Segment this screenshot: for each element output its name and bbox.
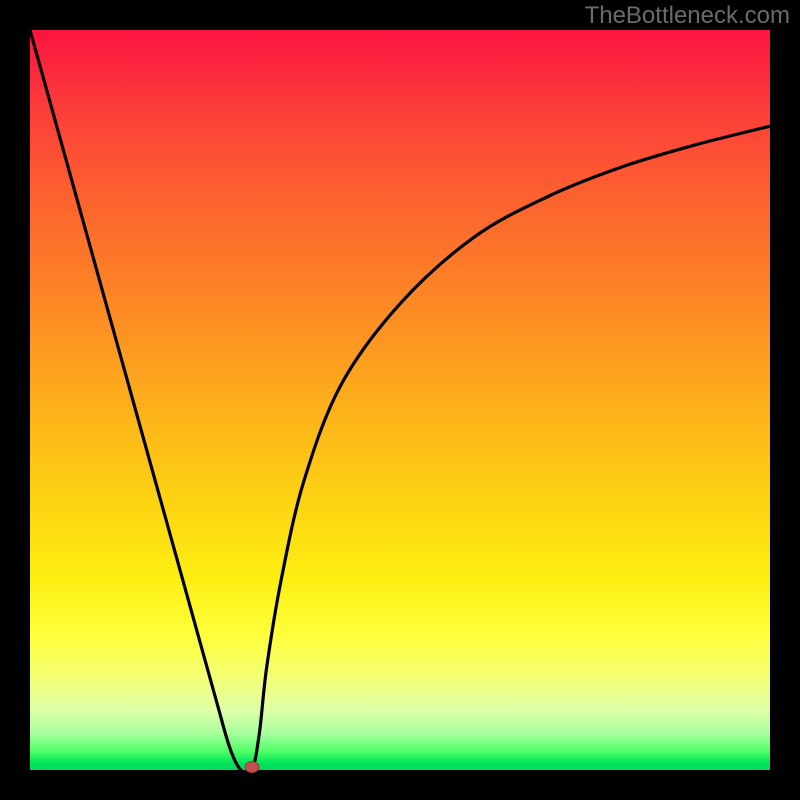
watermark-label: TheBottleneck.com: [585, 2, 790, 30]
curve-path: [30, 30, 770, 774]
plot-area: [30, 30, 770, 770]
chart-frame: TheBottleneck.com: [0, 0, 800, 800]
min-marker-dot: [245, 762, 259, 773]
bottleneck-curve: [30, 30, 770, 770]
